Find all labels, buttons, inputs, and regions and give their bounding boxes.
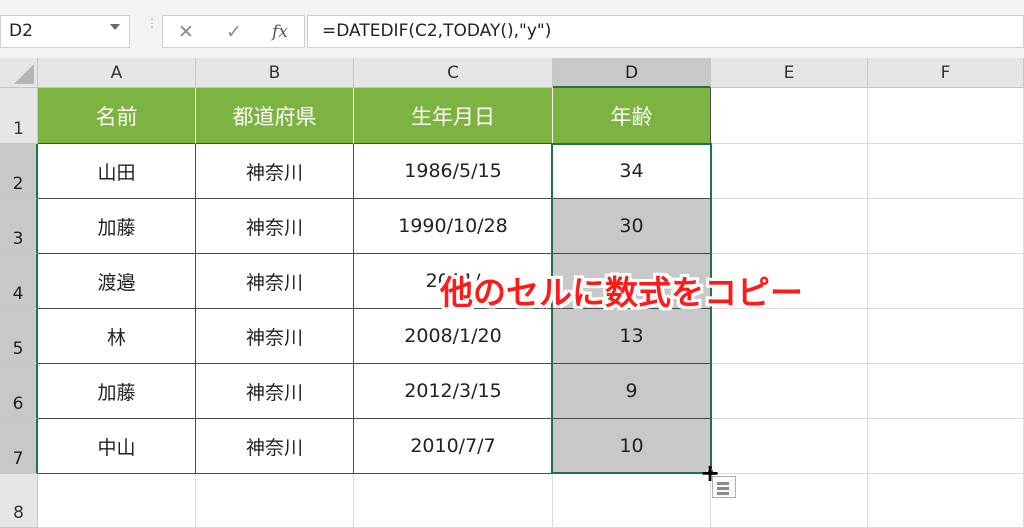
table-cell[interactable]: 林 [38,309,196,364]
cell[interactable] [868,254,1024,309]
row-header-4[interactable]: 4 [0,254,38,309]
table-cell[interactable]: 山田 [38,144,196,199]
row-header-6[interactable]: 6 [0,364,38,419]
cell[interactable] [196,474,354,528]
table-cell[interactable]: 2010/7/7 [354,419,553,474]
column-header-d[interactable]: D [553,58,711,88]
formula-input[interactable]: =DATEDIF(C2,TODAY(),"y") [307,15,1024,48]
row-header-3[interactable]: 3 [0,199,38,254]
cell[interactable] [711,419,868,474]
table-cell[interactable]: 神奈川 [196,419,354,474]
paste-options-icon[interactable] [712,476,736,498]
cell[interactable] [868,144,1024,199]
insert-function-icon[interactable]: fx [267,20,293,44]
table-header-cell[interactable]: 年齢 [553,88,711,144]
cancel-icon[interactable]: ✕ [173,20,199,44]
row-header-7[interactable]: 7 [0,419,38,474]
table-cell[interactable]: 神奈川 [196,144,354,199]
cell[interactable] [711,144,868,199]
row-header-5[interactable]: 5 [0,309,38,364]
cell[interactable] [38,474,196,528]
table-cell[interactable]: 神奈川 [196,309,354,364]
cell[interactable] [553,474,711,528]
column-header-a[interactable]: A [38,58,196,88]
table-cell[interactable]: 加藤 [38,364,196,419]
row-header-1[interactable]: 1 [0,88,38,144]
table-cell[interactable]: 神奈川 [196,364,354,419]
formula-buttons: ✕ ✓ fx [162,15,305,48]
name-box[interactable]: D2 [0,15,130,48]
table-cell[interactable]: 神奈川 [196,199,354,254]
column-header-f[interactable]: F [868,58,1024,88]
table-cell[interactable]: 1986/5/15 [354,144,553,199]
cell[interactable] [711,199,868,254]
cell[interactable] [868,88,1024,144]
cell[interactable] [354,474,553,528]
enter-icon[interactable]: ✓ [221,20,247,44]
cell[interactable] [711,364,868,419]
cell[interactable] [868,419,1024,474]
cell[interactable] [711,88,868,144]
column-header-b[interactable]: B [196,58,354,88]
table-cell[interactable]: 渡邉 [38,254,196,309]
chevron-down-icon[interactable] [110,24,120,30]
table-cell[interactable]: 2008/1/20 [354,309,553,364]
table-cell[interactable]: 1990/10/28 [354,199,553,254]
column-header-e[interactable]: E [711,58,868,88]
table-header-cell[interactable]: 都道府県 [196,88,354,144]
table-cell[interactable]: 中山 [38,419,196,474]
column-header-c[interactable]: C [354,58,553,88]
cell[interactable] [868,474,1024,528]
row-header-8[interactable]: 8 [0,474,38,528]
table-header-cell[interactable]: 名前 [38,88,196,144]
annotation-text: 他のセルに数式をコピー [440,273,803,312]
cell[interactable] [711,309,868,364]
cell[interactable] [868,199,1024,254]
table-cell[interactable]: 2012/3/15 [354,364,553,419]
table-cell[interactable]: 加藤 [38,199,196,254]
table-cell[interactable]: 神奈川 [196,254,354,309]
grip-icon[interactable]: ⋮ [146,17,158,42]
cell[interactable] [868,364,1024,419]
row-header-2[interactable]: 2 [0,144,38,199]
select-all-icon [14,64,34,84]
table-header-cell[interactable]: 生年月日 [354,88,553,144]
cell[interactable] [868,309,1024,364]
